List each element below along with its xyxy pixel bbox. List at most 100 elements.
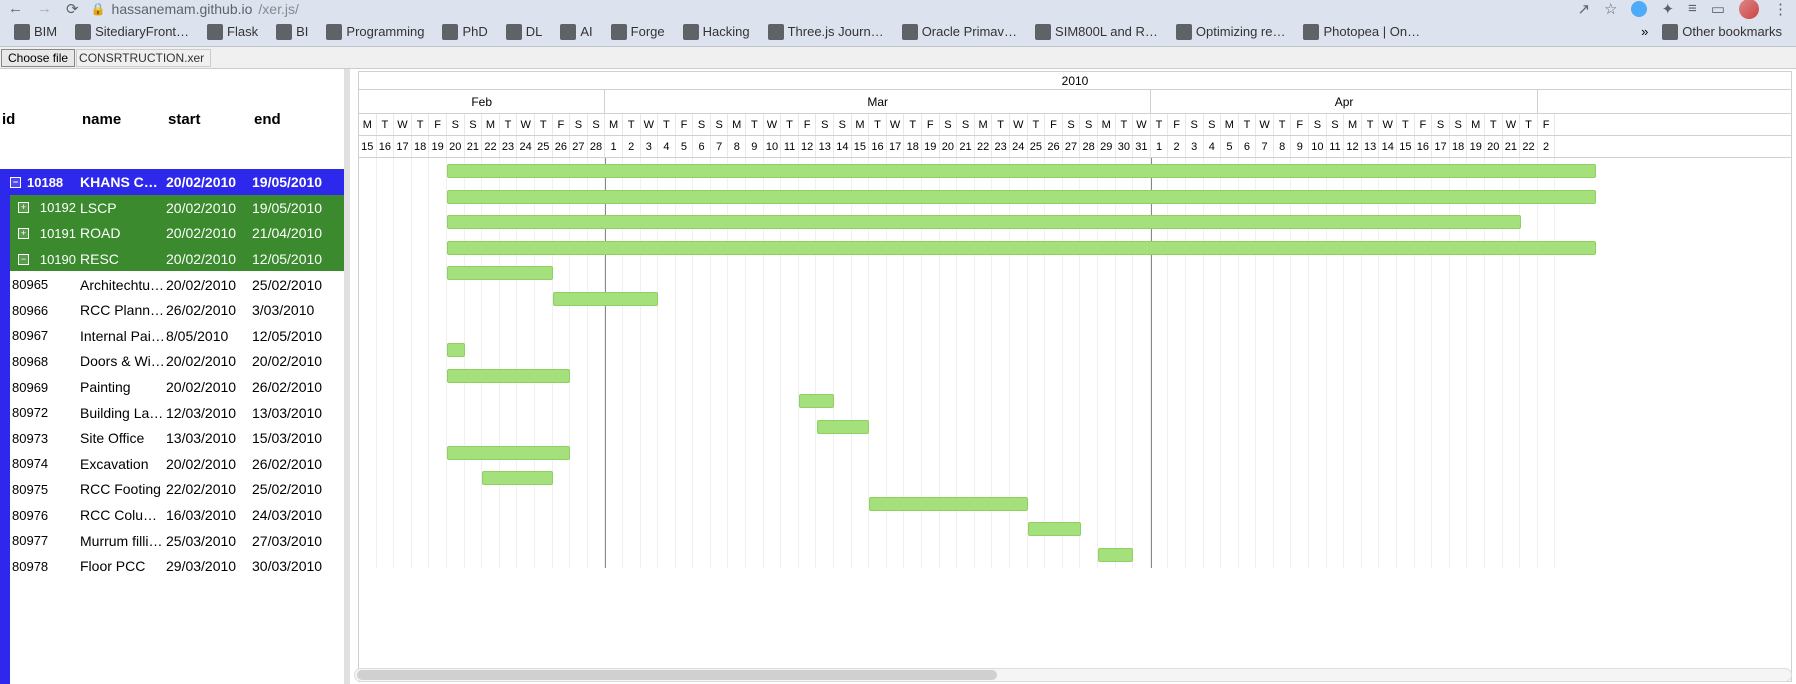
choose-file-button[interactable]: Choose file: [1, 49, 75, 67]
main-split: id name start end −10188KHANS CONS20/02/…: [0, 69, 1796, 684]
bookmarks-bar: BIM SitediaryFront… Flask BI Programming PhD D…: [0, 17, 1796, 47]
gantt-row: [359, 286, 1791, 312]
gantt-bar[interactable]: [447, 266, 553, 280]
gantt-bar[interactable]: [447, 369, 570, 383]
gantt-bar[interactable]: [482, 471, 552, 485]
task-row[interactable]: 80968Doors & Wi…20/02/201020/02/2010: [0, 348, 344, 374]
forward-button[interactable]: →: [37, 0, 52, 17]
gantt-bar[interactable]: [553, 292, 659, 306]
expand-toggle-icon[interactable]: −: [10, 177, 21, 188]
bookmark-item[interactable]: Hacking: [677, 22, 756, 42]
selected-file-name: CONSRTRUCTION.xer: [76, 49, 211, 67]
bookmark-item[interactable]: Optimizing re…: [1170, 22, 1292, 42]
gantt-bar[interactable]: [447, 190, 1596, 204]
bookmark-item[interactable]: Programming: [320, 22, 430, 42]
folder-icon: [1303, 24, 1319, 40]
column-header-id[interactable]: id: [2, 111, 82, 128]
gantt-dayletter-cell: F: [1168, 114, 1186, 135]
bookmark-item[interactable]: SitediaryFront…: [69, 22, 195, 42]
other-bookmarks-button[interactable]: Other bookmarks: [1656, 22, 1788, 42]
gantt-bar[interactable]: [817, 420, 870, 434]
gantt-bar[interactable]: [869, 497, 1027, 511]
gantt-bar[interactable]: [447, 343, 465, 357]
url-display[interactable]: 🔒 hassanemam.github.io/xer.js/: [91, 1, 1566, 17]
bookmark-label: DL: [526, 24, 543, 39]
gantt-bar[interactable]: [447, 241, 1596, 255]
task-start: 20/02/2010: [166, 456, 252, 472]
scrollbar-thumb[interactable]: [357, 670, 997, 680]
bookmark-label: PhD: [462, 24, 487, 39]
window-icon[interactable]: ▭: [1711, 0, 1725, 18]
gantt-bar[interactable]: [447, 164, 1596, 178]
gantt-daynum-cell: 20: [447, 136, 465, 157]
column-header-end[interactable]: end: [254, 111, 340, 128]
bookmark-item[interactable]: PhD: [436, 22, 493, 42]
task-row[interactable]: 80977Murrum filli…25/03/201027/03/2010: [0, 527, 344, 553]
bookmark-item[interactable]: AI: [554, 22, 598, 42]
gantt-dayletter-cell: W: [1256, 114, 1274, 135]
task-row[interactable]: 80966RCC Planni…26/02/20103/03/2010: [0, 297, 344, 323]
expand-toggle-icon[interactable]: +: [18, 202, 29, 213]
column-header-name[interactable]: name: [82, 111, 168, 128]
task-row[interactable]: 80969Painting20/02/201026/02/2010: [0, 374, 344, 400]
kebab-menu-icon[interactable]: ⋮: [1773, 0, 1788, 18]
bookmark-item[interactable]: BIM: [8, 22, 63, 42]
gantt-bar[interactable]: [1028, 522, 1081, 536]
column-header-start[interactable]: start: [168, 111, 254, 128]
gantt-daynum-cell: 3: [641, 136, 659, 157]
extension-icon[interactable]: [1631, 1, 1647, 17]
task-name: RCC Colum…: [80, 507, 166, 523]
task-row[interactable]: 80972Building La…12/03/201013/03/2010: [0, 399, 344, 425]
task-row[interactable]: 80978Floor PCC29/03/201030/03/2010: [0, 553, 344, 579]
gantt-bar[interactable]: [1098, 548, 1133, 562]
gantt-bar[interactable]: [799, 394, 834, 408]
task-start: 12/03/2010: [166, 405, 252, 421]
expand-toggle-icon[interactable]: −: [18, 254, 29, 265]
back-button[interactable]: ←: [8, 0, 23, 17]
task-row[interactable]: 80976RCC Colum…16/03/201024/03/2010: [0, 502, 344, 528]
task-end: 20/02/2010: [252, 353, 338, 369]
task-row[interactable]: 80973Site Office13/03/201015/03/2010: [0, 425, 344, 451]
wbs-row[interactable]: +10191ROAD20/02/201021/04/2010: [0, 220, 344, 246]
bookmark-item[interactable]: Photopea | On…: [1297, 22, 1426, 42]
reading-list-icon[interactable]: ≡: [1688, 0, 1697, 17]
gantt-daynum-cell: 30: [1116, 136, 1134, 157]
gantt-daynum-cell: 15: [852, 136, 870, 157]
puzzle-icon[interactable]: ✦: [1661, 0, 1674, 18]
gantt-daynum-cell: 19: [429, 136, 447, 157]
task-row[interactable]: 80975RCC Footing22/02/201025/02/2010: [0, 476, 344, 502]
wbs-row[interactable]: −10188KHANS CONS20/02/201019/05/2010: [0, 169, 344, 195]
bookmark-item[interactable]: Forge: [605, 22, 671, 42]
gantt-bar[interactable]: [447, 446, 570, 460]
bookmark-item[interactable]: DL: [500, 22, 549, 42]
bookmark-item[interactable]: SIM800L and R…: [1029, 22, 1164, 42]
bookmark-item[interactable]: Oracle Primav…: [896, 22, 1023, 42]
bookmark-item[interactable]: Flask: [201, 22, 264, 42]
share-icon[interactable]: ↗: [1577, 0, 1590, 18]
bookmark-item[interactable]: BI: [270, 22, 314, 42]
gantt-daynum-cell: 15: [359, 136, 377, 157]
bookmark-item[interactable]: Three.js Journ…: [762, 22, 890, 42]
gantt-body[interactable]: [359, 158, 1791, 568]
bookmark-star-icon[interactable]: ☆: [1604, 0, 1617, 18]
gantt-dayletter-cell: S: [957, 114, 975, 135]
reload-button[interactable]: ⟳: [66, 0, 79, 18]
gantt-daynum-cell: 12: [1344, 136, 1362, 157]
task-row[interactable]: 80974Excavation20/02/201026/02/2010: [0, 451, 344, 477]
gantt-dayletter-cell: T: [1274, 114, 1292, 135]
task-row[interactable]: 80965Architechtur…20/02/201025/02/2010: [0, 271, 344, 297]
gantt-dayletter-cell: T: [992, 114, 1010, 135]
wbs-row[interactable]: −10190RESC20/02/201012/05/2010: [0, 246, 344, 272]
wbs-row[interactable]: +10192LSCP20/02/201019/05/2010: [0, 195, 344, 221]
gantt-bar[interactable]: [447, 215, 1521, 229]
task-row[interactable]: 80967Internal Pain…8/05/201012/05/2010: [0, 323, 344, 349]
profile-avatar[interactable]: [1739, 0, 1759, 19]
gantt-horizontal-scrollbar[interactable]: [354, 668, 1792, 682]
gantt-month-header: FebMarApr: [359, 90, 1791, 114]
gantt-daynum-cell: 17: [394, 136, 412, 157]
task-name: Internal Pain…: [80, 328, 166, 344]
folder-icon: [768, 24, 784, 40]
gantt-dayletter-cell: S: [1186, 114, 1204, 135]
expand-toggle-icon[interactable]: +: [18, 228, 29, 239]
bookmarks-overflow-icon[interactable]: »: [1641, 24, 1648, 39]
